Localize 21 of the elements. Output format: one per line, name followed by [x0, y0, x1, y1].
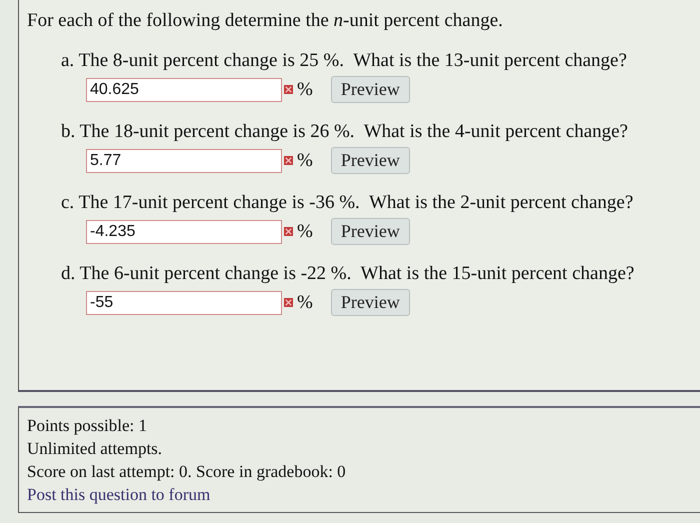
- preview-button[interactable]: Preview: [330, 289, 410, 316]
- answer-field[interactable]: -4.235: [86, 220, 282, 244]
- unit-label: %: [297, 220, 313, 242]
- forum-link[interactable]: Post this question to forum: [27, 485, 210, 504]
- unit-label: %: [297, 292, 313, 314]
- unit-label: %: [297, 78, 313, 100]
- answer-field[interactable]: 5.77: [86, 148, 282, 172]
- question-text: d. The 6-unit percent change is -22 %. What is the 15-unit percent change?: [61, 263, 636, 285]
- info-text: Unlimited attempts.: [27, 438, 164, 460]
- answer-field[interactable]: 40.625: [86, 78, 282, 102]
- question-prompt: For each of the following determine the n-unit percent change.: [27, 10, 504, 32]
- info-text: Score on last attempt: 0. Score in gradebook: 0: [27, 461, 347, 483]
- question-text: b. The 18-unit percent change is 26 %. What is the 4-unit percent change?: [61, 121, 629, 143]
- info-text: Points possible: 1: [27, 415, 148, 437]
- preview-button[interactable]: Preview: [330, 76, 410, 103]
- question-text: c. The 17-unit percent change is -36 %. What is the 2-unit percent change?: [61, 192, 634, 214]
- unit-label: %: [297, 150, 313, 172]
- answer-field[interactable]: -55: [86, 290, 282, 314]
- question-text: a. The 8-unit percent change is 25 %. What is the 13-unit percent change?: [61, 50, 628, 72]
- preview-button[interactable]: Preview: [330, 147, 410, 174]
- preview-button[interactable]: Preview: [330, 218, 410, 245]
